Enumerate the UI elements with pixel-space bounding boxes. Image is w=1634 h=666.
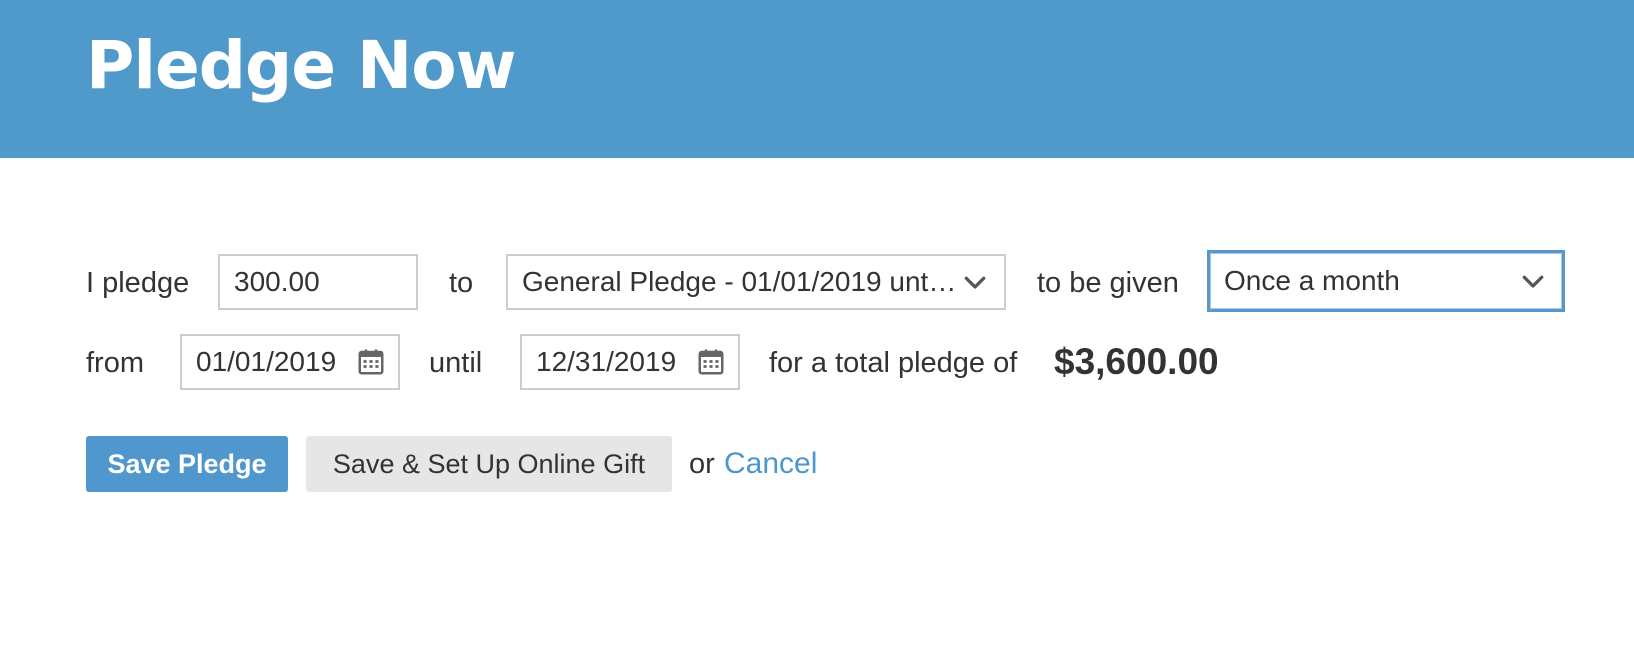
start-date-input[interactable]: 01/01/2019 xyxy=(180,334,400,390)
until-label: until xyxy=(429,347,483,379)
page-title: Pledge Now xyxy=(86,27,517,104)
to-be-given-label: to be given xyxy=(1037,267,1179,299)
calendar-icon[interactable] xyxy=(696,347,726,377)
frequency-select-value: Once a month xyxy=(1224,265,1400,296)
total-pledge-value: $3,600.00 xyxy=(1054,341,1219,382)
end-date-value: 12/31/2019 xyxy=(536,346,677,377)
fund-select[interactable]: General Pledge - 01/01/2019 until… xyxy=(506,254,1006,310)
i-pledge-label: I pledge xyxy=(86,267,190,299)
page-header: Pledge Now xyxy=(0,0,1634,158)
chevron-down-icon xyxy=(1522,275,1544,288)
save-online-gift-button[interactable]: Save & Set Up Online Gift xyxy=(306,436,672,492)
end-date-input[interactable]: 12/31/2019 xyxy=(520,334,740,390)
pledge-amount-input[interactable]: 300.00 xyxy=(218,254,418,310)
to-label: to xyxy=(449,267,474,299)
fund-select-value: General Pledge - 01/01/2019 until… xyxy=(522,266,960,297)
save-pledge-button[interactable]: Save Pledge xyxy=(86,436,288,492)
total-pledge-label: for a total pledge of xyxy=(769,347,1018,379)
frequency-select[interactable]: Once a month xyxy=(1207,250,1565,312)
cancel-link[interactable]: Cancel xyxy=(724,446,817,482)
start-date-value: 01/01/2019 xyxy=(196,346,337,377)
or-label: or xyxy=(689,448,715,480)
calendar-icon[interactable] xyxy=(356,347,386,377)
chevron-down-icon xyxy=(964,276,986,289)
from-label: from xyxy=(86,347,144,379)
pledge-amount-value: 300.00 xyxy=(234,266,320,297)
